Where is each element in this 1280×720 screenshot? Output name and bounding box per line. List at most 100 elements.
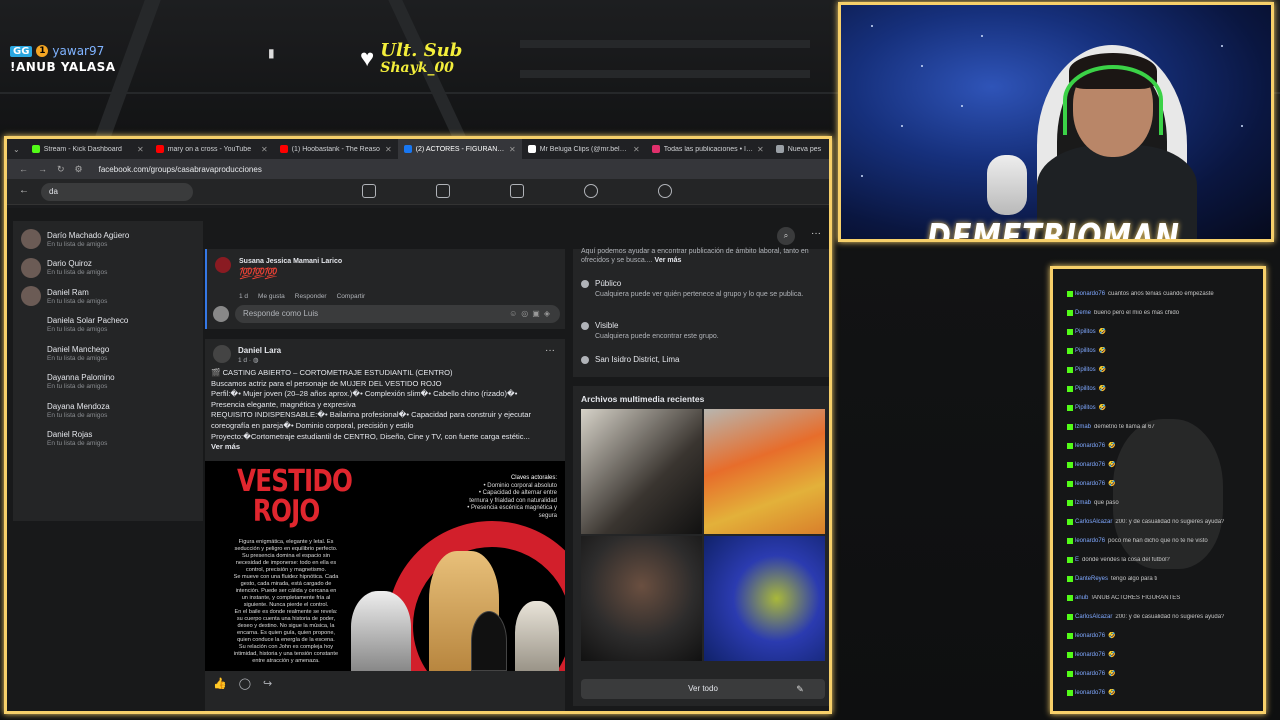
- url-text[interactable]: facebook.com/groups/casabravaproduccione…: [99, 165, 262, 174]
- tab-close-icon[interactable]: ✕: [261, 145, 268, 154]
- chat-username[interactable]: leonardo76: [1075, 481, 1105, 487]
- browser-tab[interactable]: (1) Hoobastank - The Reaso ✕: [274, 139, 398, 159]
- comment-time[interactable]: 1 d: [239, 293, 248, 300]
- poster-key-line: • Dominio corporal absoluto: [483, 482, 557, 489]
- avatar: [21, 229, 41, 250]
- tab-close-icon[interactable]: ✕: [509, 145, 516, 154]
- search-result-item[interactable]: Daniela Solar Pacheco En tu lista de amig…: [13, 311, 203, 340]
- chat-username[interactable]: leonardo76: [1075, 291, 1105, 297]
- chat-message: Pipilitos 🤣: [1053, 379, 1263, 398]
- poster-description-line: siguiente. Nunca pierde el control.: [243, 602, 329, 608]
- star: [921, 65, 923, 67]
- chat-username[interactable]: leonardo76: [1075, 443, 1105, 449]
- chat-username[interactable]: Pipilitos: [1075, 348, 1096, 354]
- share-icon[interactable]: ↪: [263, 677, 272, 690]
- tab-close-icon[interactable]: ✕: [757, 145, 764, 154]
- reply-input[interactable]: Responde como Luis ☺◎▣◈: [235, 305, 560, 323]
- marketplace-icon[interactable]: [510, 184, 524, 198]
- like-button[interactable]: Me gusta: [258, 293, 285, 300]
- tab-close-icon[interactable]: ✕: [137, 145, 144, 154]
- tab-close-icon[interactable]: ✕: [633, 145, 640, 154]
- poster-description-line: Se mueve con una fluidez hipnótica. Cada: [233, 574, 339, 580]
- chat-message-text: !ANUB ACTORES FIGURANTES: [1091, 594, 1181, 601]
- gaming-icon[interactable]: [658, 184, 672, 198]
- forward-nav-icon[interactable]: →: [38, 164, 47, 174]
- search-result-name: Daniel Rojas: [47, 430, 93, 440]
- search-result-item[interactable]: Daniel Ram En tu lista de amigos: [13, 282, 203, 311]
- chat-username[interactable]: leonardo76: [1075, 671, 1105, 677]
- view-all-button[interactable]: Ver todo: [581, 679, 825, 699]
- browser-tab[interactable]: Todas las publicaciones • Insta ✕: [646, 139, 770, 159]
- browser-tab[interactable]: Mr Beluga Clips (@mr.beluga.c ✕: [522, 139, 646, 159]
- see-more-link[interactable]: Ver más: [655, 257, 682, 264]
- search-result-item[interactable]: Dayana Mendoza En tu lista de amigos: [13, 396, 203, 425]
- post-author[interactable]: Daniel Lara: [238, 346, 281, 355]
- privacy-desc: Cualquiera puede ver quién pertenece al …: [595, 291, 804, 298]
- avatar[interactable]: [213, 345, 231, 363]
- search-result-item[interactable]: Dayanna Palomino En tu lista de amigos: [13, 368, 203, 397]
- media-thumbnail[interactable]: [704, 536, 825, 661]
- comment-author[interactable]: Susana Jessica Mamani Larico: [239, 258, 342, 265]
- post-text-line: coreografía en pareja�• Dominio corporal…: [211, 420, 414, 430]
- media-thumbnail[interactable]: [704, 409, 825, 534]
- chat-username[interactable]: leonardo76: [1075, 652, 1105, 658]
- search-input[interactable]: da: [41, 183, 193, 201]
- browser-tab[interactable]: mary on a cross - YouTube ✕: [150, 139, 274, 159]
- chat-username[interactable]: leonardo76: [1075, 633, 1105, 639]
- tab-favicon-icon: [527, 145, 536, 153]
- chat-username[interactable]: Pipilitos: [1075, 405, 1096, 411]
- browser-tab[interactable]: Nueva pes✕: [770, 139, 829, 159]
- home-icon[interactable]: [362, 184, 376, 198]
- chat-username[interactable]: anub: [1075, 595, 1088, 601]
- chat-username[interactable]: leonardo76: [1075, 538, 1105, 544]
- see-more-link[interactable]: Ver más: [211, 442, 240, 451]
- reload-icon[interactable]: ↻: [57, 164, 65, 175]
- chat-username[interactable]: DanteReyes: [1075, 576, 1108, 582]
- more-options-icon[interactable]: ···: [807, 227, 825, 245]
- back-arrow-icon[interactable]: ←: [19, 185, 29, 196]
- new-message-icon[interactable]: ✎: [790, 679, 810, 699]
- chat-username[interactable]: leonardo76: [1075, 462, 1105, 468]
- group-search-icon[interactable]: ⌕: [777, 227, 795, 245]
- chat-username[interactable]: Deme: [1075, 310, 1091, 316]
- media-thumbnail[interactable]: [581, 536, 702, 661]
- group-about-card: Aquí podemos ayudar a encontrar publicac…: [573, 248, 829, 377]
- chat-username[interactable]: Pipilitos: [1075, 386, 1096, 392]
- avatar[interactable]: [215, 257, 231, 273]
- share-button[interactable]: Compartir: [337, 293, 366, 300]
- media-thumbnail[interactable]: [581, 409, 702, 534]
- chat-username[interactable]: CarlosAlcazar: [1075, 519, 1112, 525]
- comment-icon[interactable]: ◯: [239, 677, 251, 690]
- search-result-item[interactable]: Daniel Rojas En tu lista de amigos: [13, 425, 203, 454]
- tab-close-icon[interactable]: ✕: [385, 145, 392, 154]
- browser-tab[interactable]: (2) ACTORES - FIGURANTES - E ✕: [397, 139, 522, 159]
- search-result-item[interactable]: Daniel Manchego En tu lista de amigos: [13, 339, 203, 368]
- post-image[interactable]: VESTIDO ROJO Claves actorales: • Dominio…: [205, 461, 565, 671]
- chat-username[interactable]: E: [1075, 557, 1079, 563]
- chat-username[interactable]: leonardo76: [1075, 690, 1105, 696]
- chat-username[interactable]: Pipilitos: [1075, 329, 1096, 335]
- search-result-item[interactable]: Dario Quiroz En tu lista de amigos: [13, 254, 203, 283]
- chat-username[interactable]: lzmab: [1075, 424, 1091, 430]
- reply-button[interactable]: Responder: [295, 293, 327, 300]
- browser-tab[interactable]: Stream - Kick Dashboard ✕: [26, 139, 150, 159]
- post-menu-icon[interactable]: ···: [545, 345, 555, 356]
- groups-icon[interactable]: [584, 184, 598, 198]
- emoji-icons[interactable]: ☺◎▣◈: [509, 305, 554, 323]
- video-icon[interactable]: [436, 184, 450, 198]
- tab-list-icon[interactable]: ⌄: [13, 145, 20, 154]
- post-time[interactable]: 1 d · ◍: [238, 356, 258, 364]
- back-nav-icon[interactable]: ←: [19, 164, 28, 174]
- search-result-name: Dayana Mendoza: [47, 401, 110, 411]
- search-result-item[interactable]: Darío Machado Agüero En tu lista de amigo…: [13, 225, 203, 254]
- like-icon[interactable]: 👍: [213, 677, 227, 690]
- location-row: San Isidro District, Lima: [581, 355, 679, 364]
- background-beam: [520, 70, 810, 78]
- last-sub-label: Ult. Sub: [380, 40, 463, 61]
- location-text[interactable]: San Isidro District, Lima: [595, 355, 679, 364]
- chat-message: anub !ANUB ACTORES FIGURANTES: [1053, 588, 1263, 607]
- chat-username[interactable]: Pipilitos: [1075, 367, 1096, 373]
- site-info-icon[interactable]: ⚙: [75, 164, 83, 175]
- chat-username[interactable]: lzmab: [1075, 500, 1091, 506]
- chat-username[interactable]: CarlosAlcazar: [1075, 614, 1112, 620]
